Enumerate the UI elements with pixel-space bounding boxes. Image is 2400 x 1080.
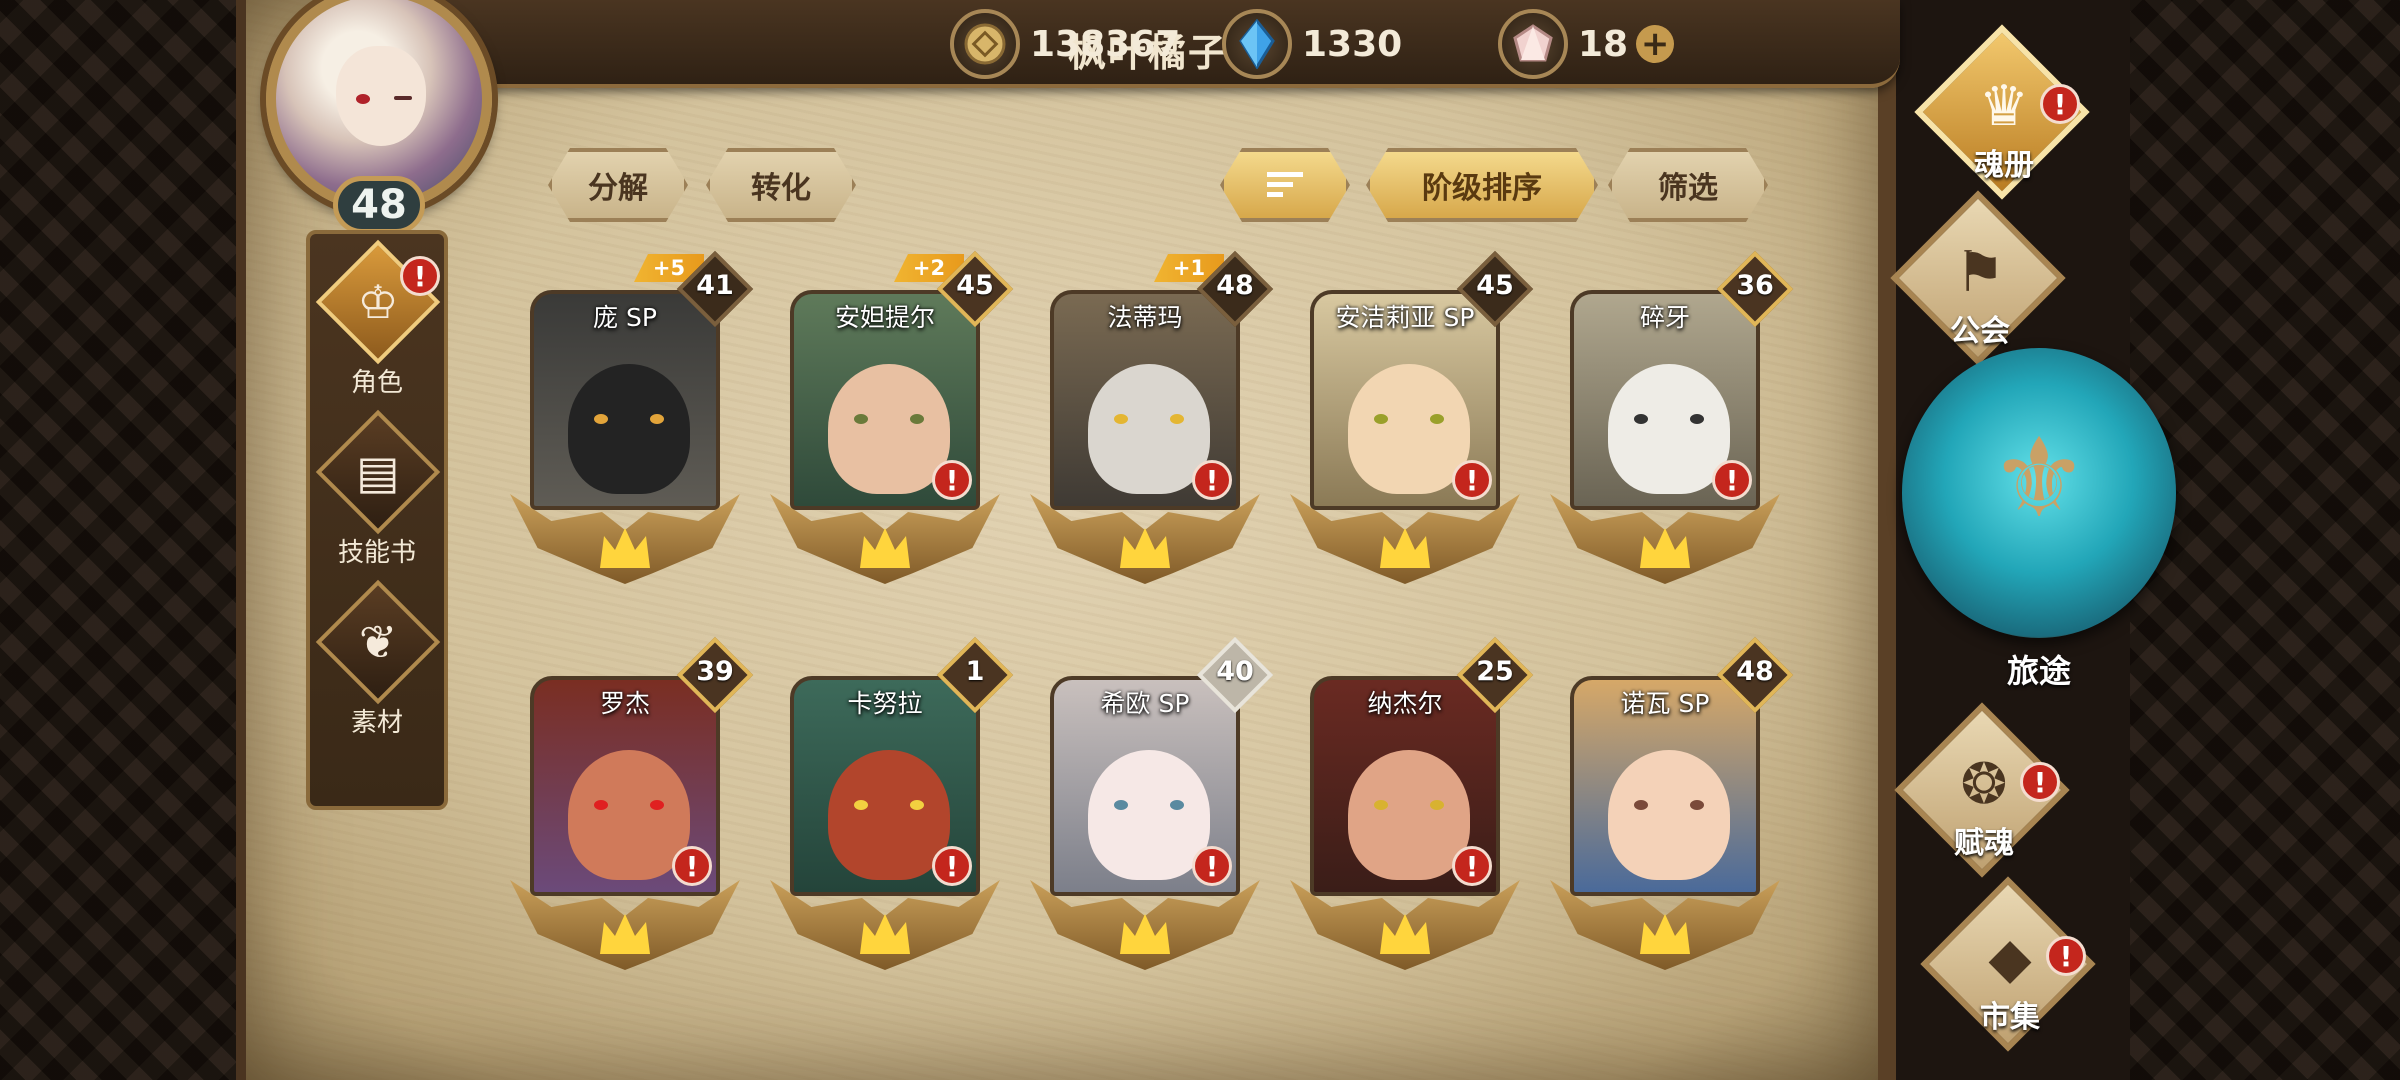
hero-alert-badge: !: [1192, 460, 1232, 500]
add-gem-button[interactable]: +: [1636, 25, 1675, 63]
tab-character[interactable]: ♔ 角色 !: [310, 239, 444, 400]
hero-card[interactable]: 碎牙 36 !: [1550, 250, 1794, 594]
soul-book-alert-badge: !: [2040, 84, 2080, 124]
gold-currency: 138367: [950, 8, 1180, 80]
material-icon: ❦: [358, 615, 398, 669]
hero-card[interactable]: 安妲提尔 +2 45 !: [770, 250, 1014, 594]
pink-gem-icon: [1498, 9, 1568, 79]
hero-level: 48: [1736, 656, 1774, 687]
hero-level: 48: [1216, 270, 1254, 301]
blue-crystal-icon: [1222, 9, 1292, 79]
nav-journey-label: 旅途: [2006, 652, 2071, 690]
hero-level: 41: [696, 270, 734, 301]
nav-market[interactable]: ◆ 市集 !: [1910, 876, 2110, 1062]
rank-sort-button[interactable]: 阶级排序: [1366, 148, 1598, 222]
category-rail: ♔ 角色 ! ▤ 技能书 ❦ 素材: [306, 230, 448, 810]
soul-book-icon: ♛: [1978, 73, 2030, 139]
hero-card[interactable]: 庞 SP +5 41: [510, 250, 754, 594]
left-wall-decoration: [0, 0, 250, 1080]
nav-soul-infuse[interactable]: ❂ 赋魂 !: [1884, 702, 2084, 888]
gold-amount: 138367: [1030, 23, 1181, 65]
gem-amount: 18: [1578, 23, 1629, 65]
hero-level: 39: [696, 656, 734, 687]
hero-alert-badge: !: [1452, 460, 1492, 500]
tab-material-label: 素材: [350, 708, 403, 738]
skill-book-icon: ▤: [356, 445, 400, 499]
player-level-badge: 48: [333, 176, 425, 234]
sort-lines-icon: [1265, 169, 1305, 201]
top-bar: 枫叶橘子 138367 1330 18 +: [420, 0, 1900, 88]
nav-soul-book[interactable]: ♛ 魂册 !: [1904, 24, 2104, 210]
sort-order-button[interactable]: [1220, 148, 1350, 222]
tab-material[interactable]: ❦ 素材: [310, 579, 444, 740]
filter-button[interactable]: 筛选: [1608, 148, 1768, 222]
hero-alert-badge: !: [1712, 460, 1752, 500]
nav-journey[interactable]: ⚜ 旅途: [1902, 348, 2176, 690]
hero-card[interactable]: 纳杰尔 25 !: [1290, 636, 1534, 980]
hero-alert-badge: !: [932, 460, 972, 500]
guild-icon: ⚑: [1954, 239, 2006, 305]
hero-level: 25: [1476, 656, 1514, 687]
character-alert-badge: !: [400, 256, 440, 296]
hero-card[interactable]: 法蒂玛 +1 48 !: [1030, 250, 1274, 594]
crystal-currency: 1330: [1222, 8, 1402, 80]
convert-button[interactable]: 转化: [706, 148, 856, 222]
player-avatar[interactable]: 48: [244, 0, 514, 234]
hero-alert-badge: !: [672, 846, 712, 886]
market-alert-badge: !: [2046, 936, 2086, 976]
hero-card[interactable]: 罗杰 39 !: [510, 636, 754, 980]
tab-skill-book-label: 技能书: [337, 538, 416, 568]
hero-level: 45: [956, 270, 994, 301]
hero-alert-badge: !: [1192, 846, 1232, 886]
market-gem-icon: ◆: [1988, 925, 2032, 991]
tab-skill-book[interactable]: ▤ 技能书: [310, 409, 444, 570]
hero-card[interactable]: 希欧 SP 40 !: [1030, 636, 1274, 980]
hero-card[interactable]: 安洁莉亚 SP 45 !: [1290, 250, 1534, 594]
nav-soul-book-label: 魂册: [1974, 148, 2034, 183]
gold-coin-icon: [950, 9, 1020, 79]
hero-level: 40: [1216, 656, 1254, 687]
hero-level: 36: [1736, 270, 1774, 301]
nav-market-label: 市集: [1980, 1000, 2040, 1035]
flame-icon: ❂: [1960, 751, 2008, 817]
hero-card[interactable]: 卡努拉 1 !: [770, 636, 1014, 980]
hero-alert-badge: !: [932, 846, 972, 886]
hero-level: 1: [965, 656, 985, 687]
journey-emblem-icon: ⚜: [1989, 414, 2089, 542]
soul-infuse-alert-badge: !: [2020, 762, 2060, 802]
crystal-amount: 1330: [1302, 23, 1403, 65]
gem-currency: 18 +: [1498, 8, 1675, 80]
nav-soul-infuse-label: 赋魂: [1954, 826, 2014, 861]
hero-alert-badge: !: [1452, 846, 1492, 886]
decompose-button[interactable]: 分解: [548, 148, 688, 222]
hero-card[interactable]: 诺瓦 SP 48: [1550, 636, 1794, 980]
hero-level: 45: [1476, 270, 1514, 301]
nav-guild-label: 公会: [1950, 314, 2010, 349]
tab-character-label: 角色: [350, 368, 403, 398]
